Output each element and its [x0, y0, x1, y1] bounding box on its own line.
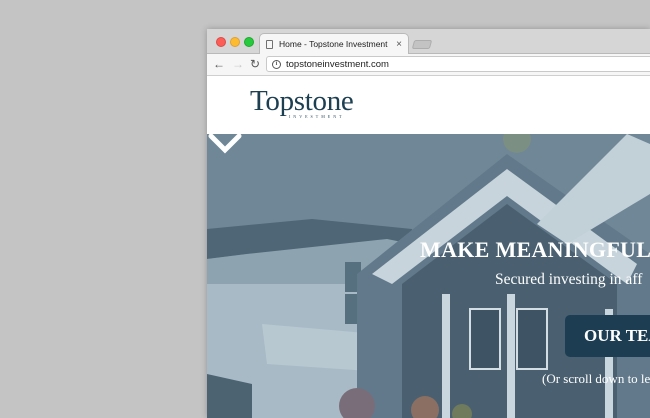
close-window-button[interactable] — [216, 37, 226, 47]
our-team-button[interactable]: OUR TEA — [565, 315, 650, 357]
tab-strip: Home - Topstone Investment × — [207, 29, 650, 54]
document-icon — [266, 39, 273, 49]
site-header: Topstone INVESTMENT — [207, 76, 650, 134]
info-icon[interactable]: i — [272, 59, 281, 69]
forward-button[interactable]: → — [232, 56, 244, 72]
logo-name: Topstone — [250, 85, 354, 117]
new-tab-button[interactable] — [411, 40, 433, 49]
close-tab-icon[interactable]: × — [396, 39, 402, 50]
topstone-logo[interactable]: Topstone INVESTMENT — [250, 86, 354, 119]
tab-home[interactable]: Home - Topstone Investment × — [259, 33, 409, 54]
minimize-window-button[interactable] — [230, 37, 240, 47]
hero-subheadline: Secured investing in aff — [495, 271, 643, 288]
scroll-down-chevron-icon[interactable] — [207, 134, 243, 154]
hero-headline: MAKE MEANINGFUL — [420, 237, 650, 262]
back-button[interactable]: ← — [213, 56, 225, 72]
zoom-window-button[interactable] — [244, 37, 254, 47]
address-bar[interactable]: i topstoneinvestment.com — [266, 56, 650, 72]
hero-banner: MAKE MEANINGFUL Secured investing in aff… — [207, 134, 650, 418]
browser-toolbar: ← → ↻ i topstoneinvestment.com — [207, 54, 650, 76]
url-text[interactable]: topstoneinvestment.com — [286, 59, 389, 70]
browser-window: Home - Topstone Investment × ← → ↻ i top… — [207, 29, 650, 418]
scroll-hint: (Or scroll down to le — [542, 371, 650, 386]
tab-title: Home - Topstone Investment — [279, 39, 388, 49]
reload-button[interactable]: ↻ — [250, 56, 260, 72]
